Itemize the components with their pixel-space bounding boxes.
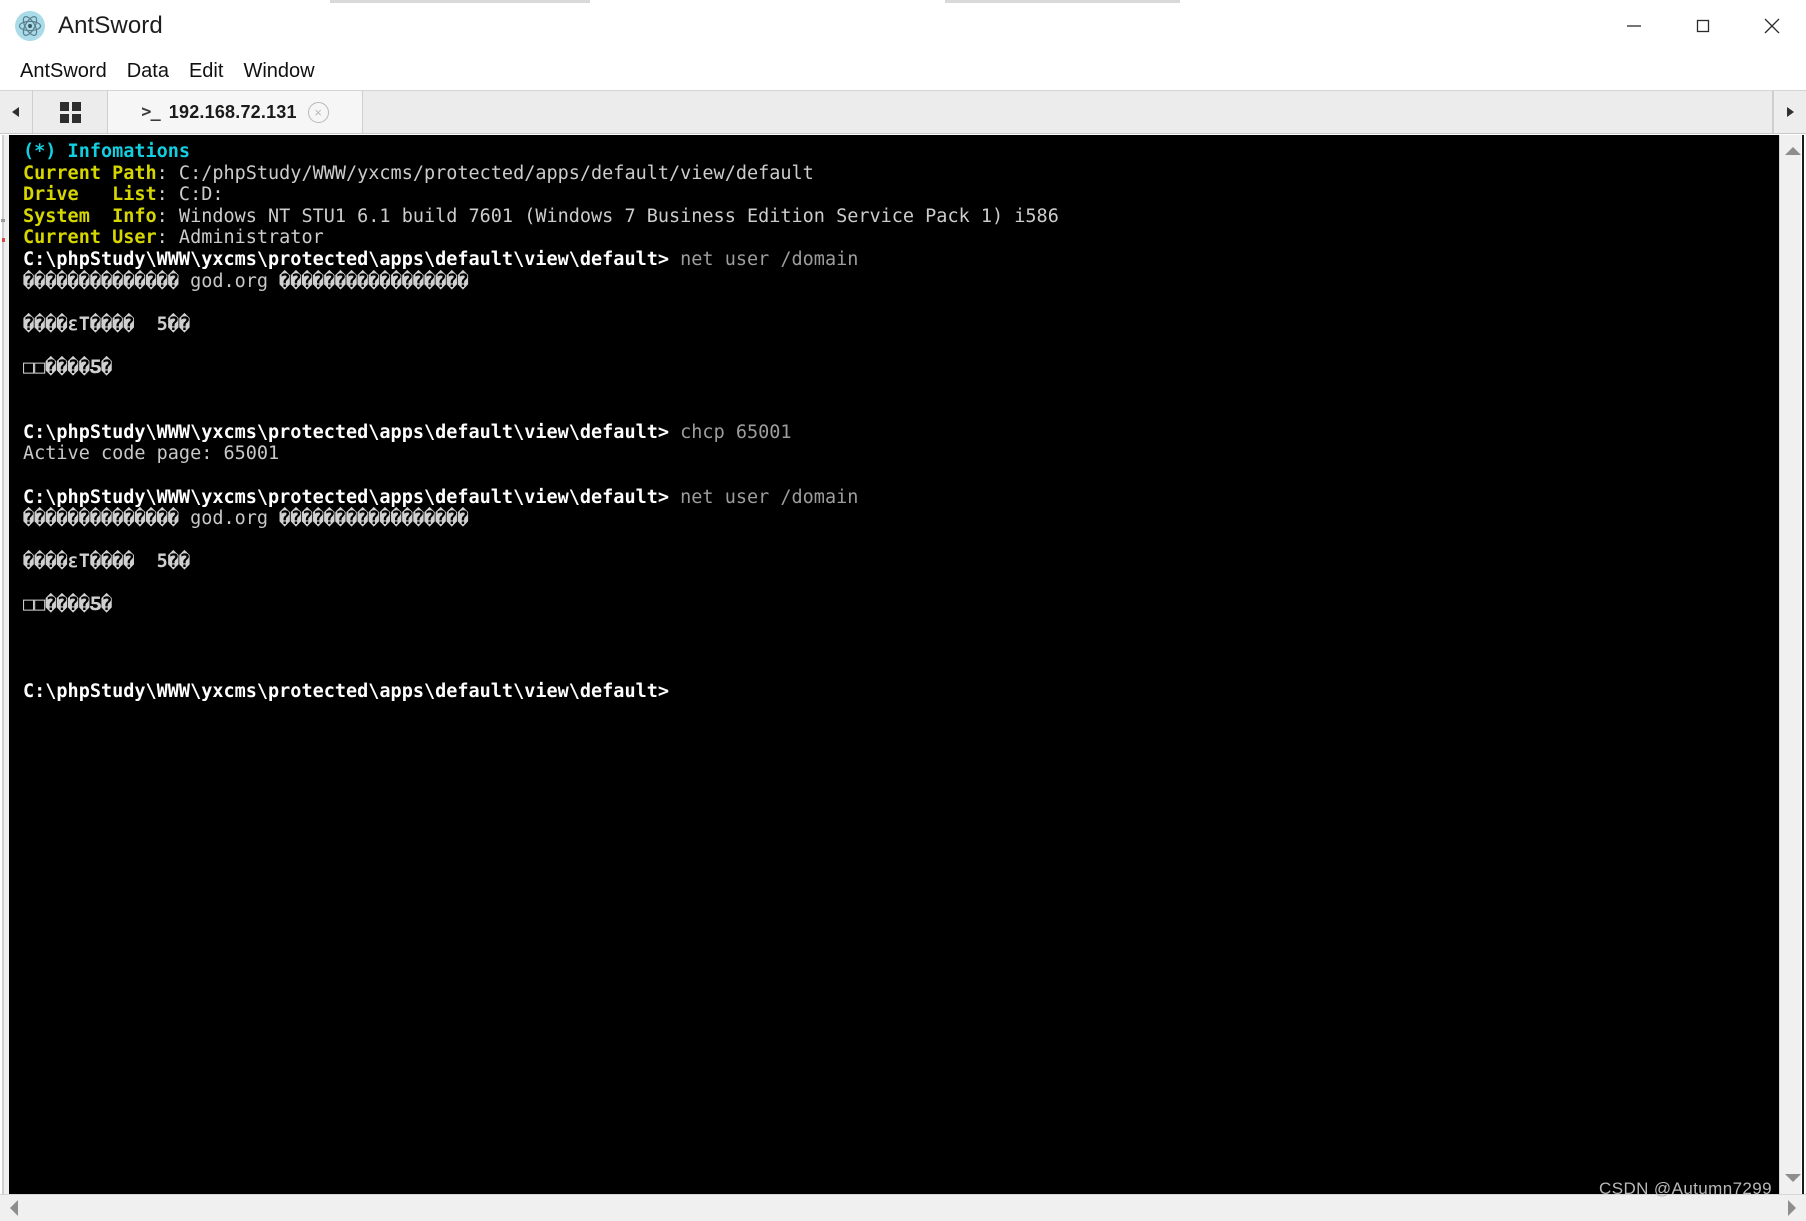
terminal-command-text: net user /domain [669, 248, 859, 270]
terminal-output-garbled-text: ����εT���� 5�� [23, 313, 191, 335]
title-bar: AntSword [0, 0, 1806, 53]
vertical-scrollbar[interactable] [1779, 135, 1806, 1194]
close-circle-icon[interactable]: × [307, 101, 329, 123]
tab-bar-empty-space [363, 91, 1773, 133]
terminal-prompt-line: C:\phpStudy\WWW\yxcms\protected\apps\def… [23, 487, 1779, 509]
terminal-output-line: □□����Ƽ� [23, 357, 1779, 379]
arrow-left-icon[interactable] [10, 1200, 18, 1216]
terminal-prompt-text: C:\phpStudy\WWW\yxcms\protected\apps\def… [23, 680, 670, 702]
terminal-info-label: Current Path [23, 162, 157, 184]
grid-view-icon [59, 101, 81, 123]
terminal-prompt-text: C:\phpStudy\WWW\yxcms\protected\apps\def… [23, 248, 670, 270]
tab-scroll-right-button[interactable] [1773, 91, 1806, 133]
terminal-area: (*) Infomations Current Path: C:/phpStudy… [0, 134, 1806, 1194]
terminal-prompt-text: C:\phpStudy\WWW\yxcms\protected\apps\def… [23, 421, 670, 443]
minimize-button[interactable] [1599, 0, 1668, 52]
menu-item-antsword[interactable]: AntSword [10, 58, 117, 85]
terminal-output-garbled-text: □□����Ƽ� [23, 594, 113, 616]
maximize-button[interactable] [1668, 0, 1737, 52]
arrow-right-icon[interactable] [1788, 1200, 1796, 1216]
rail-red-marker [2, 238, 5, 242]
tab-bar: >_ 192.168.72.131 × [0, 90, 1806, 134]
terminal-output-line: Active code page: 65001 [23, 443, 1779, 465]
menu-item-edit[interactable]: Edit [179, 58, 233, 85]
close-button[interactable] [1737, 0, 1806, 52]
terminal-output-garbled-text: ����������������� [268, 508, 469, 530]
rail-gray-marker [1, 219, 5, 222]
terminal-prompt-line: C:\phpStudy\WWW\yxcms\protected\apps\def… [23, 422, 1779, 444]
arrow-up-icon[interactable] [1785, 147, 1801, 155]
terminal-command-text: chcp 65001 [669, 421, 792, 443]
terminal-info-value: : Windows NT STU1 6.1 build 7601 (Window… [156, 205, 1059, 227]
terminal-command-text: net user /domain [669, 486, 859, 508]
terminal-info-line: Drive List: C:D: [23, 184, 1779, 206]
terminal-info-label: Current User [23, 227, 157, 249]
tab-scroll-left-button[interactable] [0, 91, 33, 133]
terminal-info-line: Current User: Administrator [23, 227, 1779, 249]
window-controls [1599, 0, 1806, 52]
terminal-left-rail [0, 135, 9, 1194]
terminal-output-garbled-text: �������������� [23, 508, 191, 530]
terminal-output-line: ����εT���� 5�� [23, 551, 1779, 573]
terminal-output-garbled-text: ����εT���� 5�� [23, 551, 191, 573]
arrow-down-icon[interactable] [1785, 1174, 1801, 1182]
terminal-header-line: (*) Infomations [23, 141, 1779, 163]
chevron-left-icon [12, 107, 19, 117]
terminal-prompt-line: C:\phpStudy\WWW\yxcms\protected\apps\def… [23, 249, 1779, 271]
terminal-info-value: : C:D: [156, 184, 224, 206]
terminal-prompt-icon: >_ [141, 102, 161, 122]
terminal-prompt-text: C:\phpStudy\WWW\yxcms\protected\apps\def… [23, 486, 670, 508]
background-window-sliver [0, 0, 1806, 3]
menu-bar: AntSword Data Edit Window [0, 53, 1806, 90]
minimize-icon [1626, 25, 1641, 27]
menu-item-window[interactable]: Window [233, 58, 324, 85]
terminal-info-line: System Info: Windows NT STU1 6.1 build 7… [23, 206, 1779, 228]
maximize-icon [1696, 19, 1709, 33]
terminal-info-label: Drive List [23, 184, 157, 206]
chevron-right-icon [1787, 107, 1794, 117]
terminal-output-garbled-text: □□����Ƽ� [23, 356, 113, 378]
terminal-output-text: god.org [190, 270, 269, 292]
terminal-output-line: ����εT���� 5�� [23, 314, 1779, 336]
window-right-border [1801, 135, 1806, 1194]
terminal-header-text: (*) Infomations [23, 141, 191, 162]
terminal-output-line: �������������� god.org ����������������� [23, 271, 1779, 293]
terminal-output-line: □□����Ƽ� [23, 594, 1779, 616]
terminal-output-garbled-text: ����������������� [268, 270, 469, 292]
terminal-info-line: Current Path: C:/phpStudy/WWW/yxcms/prot… [23, 163, 1779, 185]
close-icon [1764, 18, 1779, 34]
terminal-final-prompt-line: C:\phpStudy\WWW\yxcms\protected\apps\def… [23, 681, 1779, 703]
tab-label: 192.168.72.131 [168, 101, 297, 122]
tab-grid-view-button[interactable] [33, 91, 108, 133]
antsword-window: AntSword AntSword Data Edit Window >_ 19… [0, 0, 1806, 1221]
tab-terminal-192-168-72-131[interactable]: >_ 192.168.72.131 × [108, 91, 363, 133]
terminal-info-value: : C:/phpStudy/WWW/yxcms/protected/apps/d… [156, 162, 814, 184]
horizontal-scrollbar[interactable] [0, 1194, 1806, 1221]
terminal-output-text: god.org [190, 508, 269, 530]
terminal-output-garbled-text: �������������� [23, 270, 191, 292]
app-title: AntSword [58, 12, 163, 39]
menu-item-data[interactable]: Data [117, 58, 179, 85]
terminal-output[interactable]: (*) Infomations Current Path: C:/phpStudy… [9, 135, 1779, 1194]
terminal-info-value: : Administrator [156, 227, 324, 249]
electron-atom-icon [15, 11, 45, 41]
terminal-output-text: Active code page: 65001 [23, 443, 280, 465]
terminal-output-line: �������������� god.org ����������������� [23, 508, 1779, 530]
terminal-info-label: System Info [23, 205, 157, 227]
